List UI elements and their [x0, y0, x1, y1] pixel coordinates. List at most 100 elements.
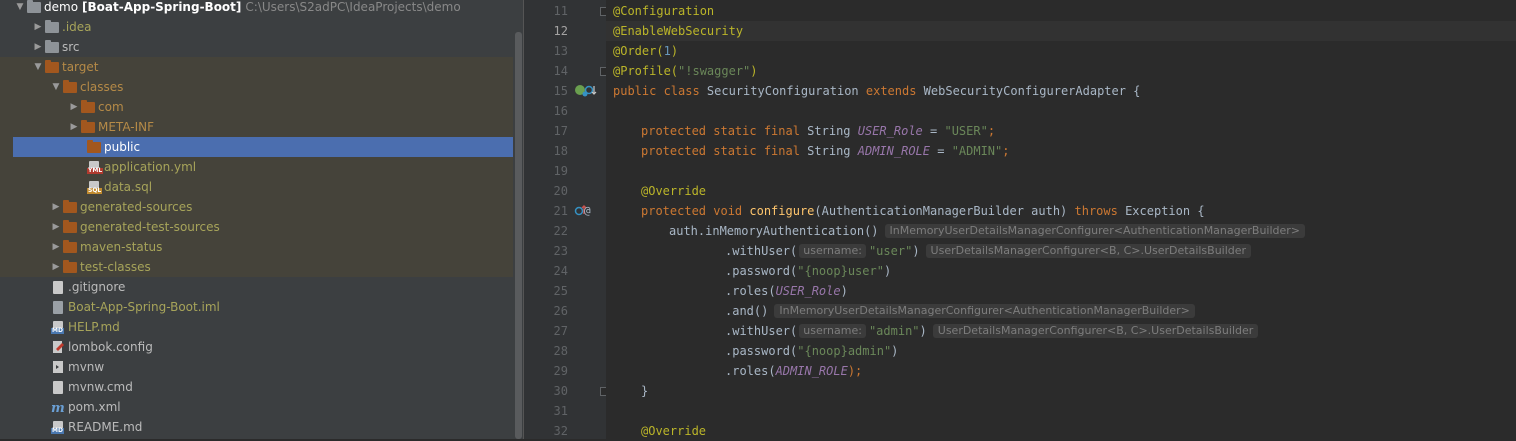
- line-number: 23: [553, 244, 568, 258]
- chevron-down-icon[interactable]: ▼: [32, 62, 44, 72]
- code-line-14[interactable]: @Profile("!swagger"): [606, 61, 1516, 81]
- tree-label: demo: [44, 0, 79, 14]
- chevron-right-icon[interactable]: ▶: [50, 262, 62, 272]
- tree-label: src: [62, 40, 80, 54]
- tree-row-classes[interactable]: ▼ classes: [0, 77, 513, 97]
- script-file-icon: [50, 379, 66, 395]
- tree-row-public[interactable]: public: [13, 137, 523, 157]
- tree-row-test-classes[interactable]: ▶ test-classes: [0, 257, 513, 277]
- code-line-32[interactable]: @Override: [606, 421, 1516, 439]
- line-number: 11: [553, 4, 568, 18]
- tree-scrollbar-thumb[interactable]: [515, 32, 522, 439]
- line-number: 19: [553, 164, 568, 178]
- module-file-icon: [50, 299, 66, 315]
- project-tree-panel: ▼ demo [Boat-App-Spring-Boot] C:\Users\S…: [0, 0, 523, 439]
- code-line-24[interactable]: .password("{noop}user"): [606, 261, 1516, 281]
- constant: ADMIN_ROLE: [857, 144, 930, 158]
- tree-row-generated-sources[interactable]: ▶ generated-sources: [0, 197, 513, 217]
- line-number: 17: [553, 124, 568, 138]
- code-line-23[interactable]: .withUser(username: "user") UserDetailsMan…: [606, 241, 1516, 261]
- tree-row-demo[interactable]: ▼ demo [Boat-App-Spring-Boot] C:\Users\S…: [0, 0, 513, 17]
- line-number: 29: [553, 364, 568, 378]
- code-line-18[interactable]: protected static final String ADMIN_ROLE…: [606, 141, 1516, 161]
- folder-icon: [26, 0, 42, 15]
- code-line-26[interactable]: .and() InMemoryUserDetailsManagerConfigur…: [606, 301, 1516, 321]
- code-line-28[interactable]: .password("{noop}admin"): [606, 341, 1516, 361]
- annotation: ): [750, 64, 758, 78]
- tree-label: test-classes: [80, 260, 151, 274]
- code-text: =: [930, 144, 952, 158]
- code-text: ): [840, 284, 848, 298]
- code-text: ): [891, 344, 899, 358]
- code-line-25[interactable]: .roles(USER_Role): [606, 281, 1516, 301]
- code-text: .withUser(: [725, 244, 798, 258]
- tree-row-pom-xml[interactable]: m pom.xml: [0, 397, 513, 417]
- tree-row-readme-md[interactable]: MD README.md: [0, 417, 513, 437]
- code-line-22[interactable]: auth.inMemoryAuthentication() InMemoryUse…: [606, 221, 1516, 241]
- class-name: SecurityConfiguration: [706, 84, 866, 98]
- chevron-right-icon[interactable]: ▶: [50, 222, 62, 232]
- string-literal: "admin": [868, 324, 920, 338]
- semicolon: ;: [987, 124, 996, 138]
- folder-icon: [62, 259, 78, 275]
- tree-label: classes: [80, 80, 124, 94]
- chevron-right-icon[interactable]: ▶: [68, 102, 80, 112]
- code-line-15[interactable]: public class SecurityConfiguration exten…: [606, 81, 1516, 101]
- method-name: configure: [749, 204, 815, 218]
- tree-row-meta-inf[interactable]: ▶ META-INF: [0, 117, 513, 137]
- code-line-11[interactable]: @Configuration: [606, 1, 1516, 21]
- tree-row-generated-test-sources[interactable]: ▶ generated-test-sources: [0, 217, 513, 237]
- chevron-down-icon[interactable]: ▼: [50, 82, 62, 92]
- tree-row-idea[interactable]: ▶ .idea: [0, 17, 513, 37]
- code-line-20[interactable]: @Override: [606, 181, 1516, 201]
- line-number: 22: [553, 224, 568, 238]
- tree-row-iml[interactable]: Boat-App-Spring-Boot.iml: [0, 297, 513, 317]
- code-line-12[interactable]: @EnableWebSecurity: [606, 21, 1516, 41]
- tree-row-help-md[interactable]: MD HELP.md: [0, 317, 513, 337]
- code-line-29[interactable]: .roles(ADMIN_ROLE);: [606, 361, 1516, 381]
- tree-label: maven-status: [80, 240, 163, 254]
- chevron-down-icon[interactable]: ▼: [14, 2, 26, 12]
- tree-row-lombok-config[interactable]: lombok.config: [0, 337, 513, 357]
- line-number: 25: [553, 284, 568, 298]
- annotation: @Override: [641, 424, 707, 438]
- code-text: auth.inMemoryAuthentication(): [669, 224, 879, 238]
- tree-row-target[interactable]: ▼ target: [0, 57, 513, 77]
- code-line-27[interactable]: .withUser(username: "admin") UserDetailsMa…: [606, 321, 1516, 341]
- chevron-right-icon[interactable]: ▶: [32, 22, 44, 32]
- editor-gutter: 11 12 13 14 15 16 17 18 19 20 21 @ 22 23…: [523, 0, 609, 439]
- string-literal: "!swagger": [678, 64, 751, 78]
- chevron-right-icon[interactable]: ▶: [50, 202, 62, 212]
- tree-row-maven-status[interactable]: ▶ maven-status: [0, 237, 513, 257]
- tree-row-mvnw[interactable]: mvnw: [0, 357, 513, 377]
- chevron-right-icon[interactable]: ▶: [68, 122, 80, 132]
- chevron-right-icon[interactable]: ▶: [50, 242, 62, 252]
- tree-row-application-yml[interactable]: YML application.yml: [0, 157, 513, 177]
- line-number: 32: [553, 424, 568, 438]
- folder-icon: [44, 39, 60, 55]
- at-icon[interactable]: @: [584, 201, 591, 221]
- implemented-icon[interactable]: [584, 81, 598, 101]
- tree-row-mvnw-cmd[interactable]: mvnw.cmd: [0, 377, 513, 397]
- tree-label: application.yml: [104, 160, 197, 174]
- tree-label: .idea: [62, 20, 92, 34]
- tree-row-data-sql[interactable]: SQL data.sql: [0, 177, 513, 197]
- tree-row-src[interactable]: ▶ src: [0, 37, 513, 57]
- annotation: ): [670, 44, 679, 58]
- code-line-17[interactable]: protected static final String USER_Role …: [606, 121, 1516, 141]
- code-text: );: [847, 364, 863, 378]
- line-number: 20: [553, 184, 568, 198]
- folder-icon: [62, 79, 78, 95]
- chevron-right-icon[interactable]: ▶: [32, 42, 44, 52]
- sql-file-icon: SQL: [86, 179, 103, 195]
- code-line-13[interactable]: @Order(1): [606, 41, 1516, 61]
- string-literal: "{noop}user": [797, 264, 884, 278]
- code-editor[interactable]: @Configuration @EnableWebSecurity @Order…: [606, 0, 1516, 439]
- code-line-30[interactable]: }: [606, 381, 1516, 401]
- line-number: 28: [553, 344, 568, 358]
- tree-row-gitignore[interactable]: .gitignore: [0, 277, 513, 297]
- code-line-21[interactable]: protected void configure(AuthenticationM…: [606, 201, 1516, 221]
- tree-row-com[interactable]: ▶ com: [0, 97, 513, 117]
- code-text: .and(): [725, 304, 769, 318]
- type-hint: InMemoryUserDetailsManagerConfigurer<Aut…: [774, 304, 1195, 318]
